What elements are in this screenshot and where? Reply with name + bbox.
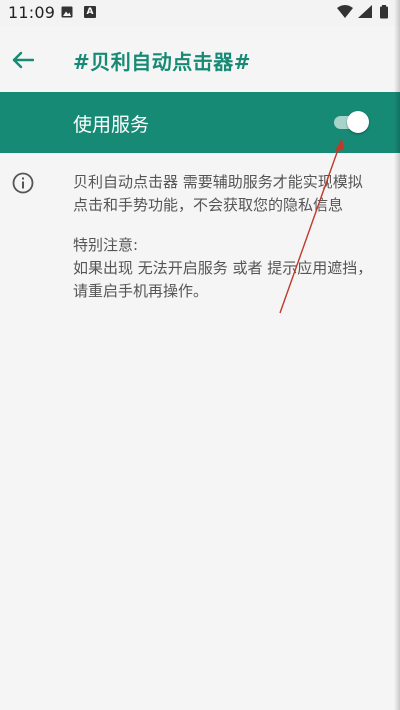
service-label: 使用服务 — [73, 114, 150, 136]
toolbar: #贝利自动点击器# — [0, 26, 400, 92]
a-icon: A — [84, 6, 96, 18]
notice-body: 如果出现 无法开启服务 或者 提示应用遮挡，请重启手机再操作。 — [73, 259, 373, 300]
app-screen: 11:09 A #贝利自动点击器# 使用服务 贝利自动点击器 需要辅助服务才能实… — [0, 0, 400, 710]
image-icon — [61, 6, 73, 18]
page-title: #贝利自动点击器# — [73, 50, 252, 74]
back-arrow-icon — [12, 51, 34, 69]
status-icons — [337, 5, 388, 19]
service-switch-row[interactable]: 使用服务 — [0, 92, 400, 153]
edge-shadow — [394, 0, 400, 710]
service-description: 贝利自动点击器 需要辅助服务才能实现模拟点击和手势功能，不会获取您的隐私信息 — [73, 173, 363, 214]
toggle-thumb — [347, 111, 369, 133]
wifi-icon — [337, 5, 353, 18]
battery-icon — [380, 5, 388, 19]
signal-icon — [358, 5, 372, 18]
status-time: 11:09 — [8, 3, 56, 22]
notice-title: 特别注意: — [73, 236, 139, 254]
service-toggle[interactable] — [332, 110, 370, 134]
notice-block: 特别注意: 如果出现 无法开启服务 或者 提示应用遮挡，请重启手机再操作。 — [73, 234, 373, 303]
info-icon — [12, 172, 34, 194]
status-bar: 11:09 A — [0, 0, 400, 26]
back-button[interactable] — [6, 43, 40, 77]
